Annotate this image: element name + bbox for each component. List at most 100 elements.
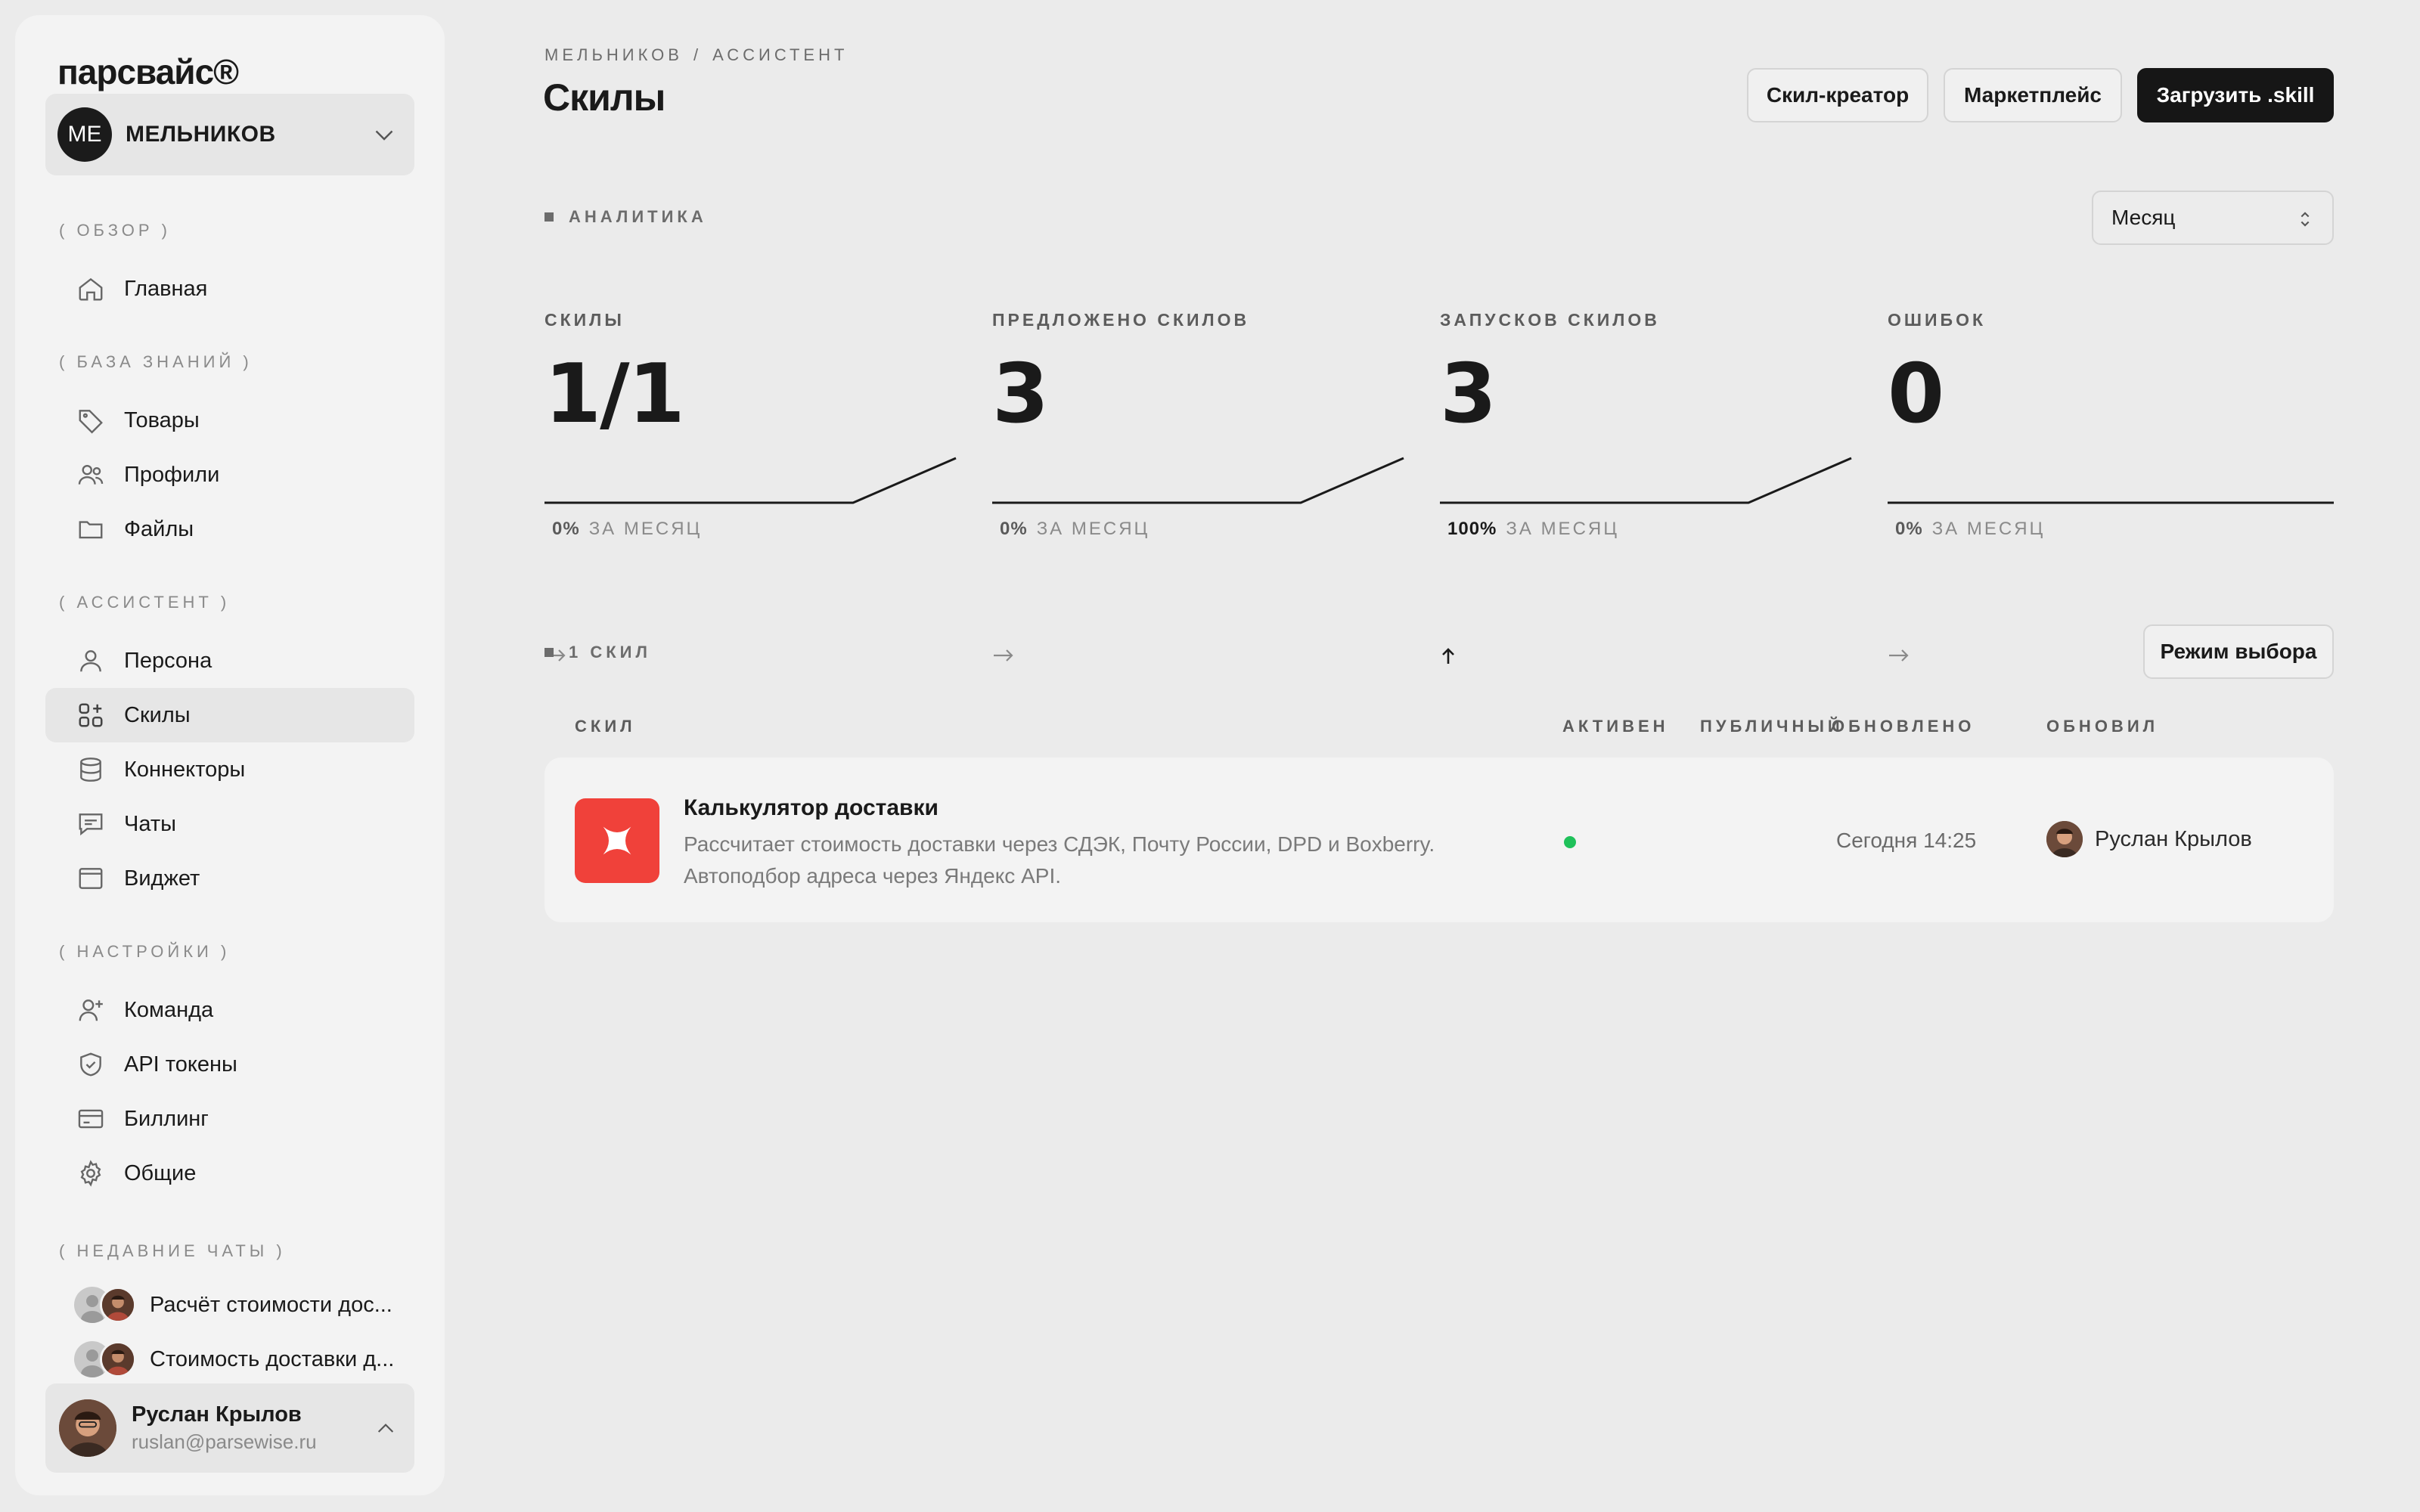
arrow-right-icon	[1889, 649, 1909, 662]
sidebar-item-profiles[interactable]: Профили	[45, 448, 414, 502]
stat-card-runs: ЗАПУСКОВ СКИЛОВ 3 100% ЗА МЕСЯЦ	[1440, 310, 1863, 664]
recent-chat-title: Стоимость доставки д...	[150, 1346, 395, 1371]
stat-change: 0%	[552, 519, 580, 539]
stat-footer: 0% ЗА МЕСЯЦ	[992, 519, 1150, 662]
org-switcher[interactable]: МЕ МЕЛЬНИКОВ	[45, 94, 414, 175]
upload-skill-button[interactable]: Загрузить .skill	[2137, 68, 2334, 122]
marketplace-button[interactable]: Маркетплейс	[1944, 68, 2122, 122]
sidebar-item-connectors[interactable]: Коннекторы	[45, 742, 414, 797]
sidebar-item-label: Виджет	[124, 866, 200, 891]
stat-value: 3	[1440, 347, 1497, 442]
period-select[interactable]: Месяц	[2092, 191, 2334, 245]
database-icon	[76, 754, 106, 785]
column-header-updated[interactable]: ОБНОВЛЕНО	[1832, 717, 1975, 736]
square-bullet-icon	[544, 212, 554, 222]
sidebar-item-label: Скилы	[124, 702, 191, 727]
avatar	[100, 1287, 136, 1323]
gear-icon	[76, 1158, 106, 1188]
breadcrumb: МЕЛЬНИКОВ / АССИСТЕНТ	[544, 45, 848, 65]
user-name: Руслан Крылов	[132, 1402, 302, 1427]
skills-count-label: 1 СКИЛ	[544, 643, 651, 662]
recent-chat-item[interactable]: Стоимость доставки д...	[45, 1332, 414, 1387]
skills-icon	[76, 700, 106, 730]
sidebar-item-general[interactable]: Общие	[45, 1146, 414, 1201]
stat-footer: 100% ЗА МЕСЯЦ	[1440, 519, 1619, 664]
column-header-public[interactable]: ПУБЛИЧНЫЙ	[1700, 717, 1844, 736]
sidebar-item-files[interactable]: Файлы	[45, 502, 414, 556]
page-title: Скилы	[543, 76, 666, 119]
stat-card-errors: ОШИБОК 0 0% ЗА МЕСЯЦ	[1888, 310, 2334, 662]
shield-icon	[76, 1049, 106, 1080]
stat-card-suggested: ПРЕДЛОЖЕНО СКИЛОВ 3 0% ЗА МЕСЯЦ	[992, 310, 1416, 662]
stat-sparkline	[1440, 457, 1852, 504]
sidebar-item-label: Персона	[124, 648, 213, 673]
sparkle-icon	[575, 798, 659, 883]
section-label-recent-chats: ( НЕДАВНИЕ ЧАТЫ )	[59, 1241, 286, 1260]
section-label-assistant: ( АССИСТЕНТ )	[59, 593, 231, 612]
chevron-up-down-icon	[2301, 212, 2310, 227]
skill-creator-button[interactable]: Скил-креатор	[1747, 68, 1928, 122]
stat-sparkline	[544, 457, 957, 504]
stat-change: 0%	[1000, 519, 1028, 539]
stat-period: ЗА МЕСЯЦ	[1036, 519, 1150, 539]
sidebar-item-label: Товары	[124, 407, 200, 432]
sidebar-item-label: Биллинг	[124, 1106, 209, 1131]
column-header-updated-by[interactable]: ОБНОВИЛ	[2046, 717, 2158, 736]
chat-icon	[76, 809, 106, 839]
recent-chat-item[interactable]: Расчёт стоимости дос...	[45, 1278, 414, 1332]
stat-sparkline	[992, 457, 1404, 504]
column-header-skill[interactable]: СКИЛ	[575, 717, 636, 736]
chat-avatars	[74, 1340, 139, 1379]
sidebar-item-home[interactable]: Главная	[45, 262, 414, 316]
selection-mode-button[interactable]: Режим выбора	[2143, 624, 2334, 679]
user-icon	[76, 646, 106, 676]
org-avatar: МЕ	[57, 107, 112, 162]
users-icon	[76, 460, 106, 490]
sidebar-item-chats[interactable]: Чаты	[45, 797, 414, 851]
sidebar: парсвайс® МЕ МЕЛЬНИКОВ ( ОБЗОР ) Главная…	[15, 15, 445, 1495]
period-select-value: Месяц	[2111, 206, 2176, 229]
stat-value: 0	[1888, 347, 1944, 442]
sidebar-item-label: Коннекторы	[124, 757, 246, 782]
table-row[interactable]: Калькулятор доставки Рассчитает стоимост…	[544, 758, 2334, 922]
stat-card-skills: СКИЛЫ 1/1 0% ЗА МЕСЯЦ	[544, 310, 968, 662]
sidebar-item-skills[interactable]: Скилы	[45, 688, 414, 742]
avatar	[2046, 821, 2083, 857]
sidebar-item-api-tokens[interactable]: API токены	[45, 1037, 414, 1092]
skill-name: Калькулятор доставки	[684, 795, 939, 820]
updated-by-name: Руслан Крылов	[2095, 826, 2252, 851]
avatar	[59, 1399, 116, 1457]
stat-title: ОШИБОК	[1888, 310, 1986, 330]
org-name: МЕЛЬНИКОВ	[126, 122, 276, 147]
breadcrumb-item[interactable]: АССИСТЕНТ	[712, 45, 848, 64]
updated-by: Руслан Крылов	[2046, 821, 2252, 857]
stat-title: СКИЛЫ	[544, 310, 625, 330]
active-status-dot[interactable]	[1564, 836, 1576, 848]
user-menu[interactable]: Руслан Крылов ruslan@parsewise.ru	[45, 1383, 414, 1473]
square-bullet-icon	[544, 648, 554, 657]
sidebar-item-widget[interactable]: Виджет	[45, 851, 414, 906]
stat-footer: 0% ЗА МЕСЯЦ	[1888, 519, 2046, 662]
stat-title: ПРЕДЛОЖЕНО СКИЛОВ	[992, 310, 1250, 330]
brand-logo[interactable]: парсвайс®	[57, 51, 239, 92]
sidebar-item-team[interactable]: Команда	[45, 983, 414, 1037]
sidebar-item-products[interactable]: Товары	[45, 393, 414, 448]
stat-change: 100%	[1447, 519, 1497, 539]
breadcrumb-item[interactable]: МЕЛЬНИКОВ	[544, 45, 683, 64]
stat-period: ЗА МЕСЯЦ	[1506, 519, 1619, 539]
column-header-active[interactable]: АКТИВЕН	[1562, 717, 1669, 736]
sidebar-item-label: Чаты	[124, 811, 176, 836]
sidebar-item-label: Главная	[124, 276, 208, 301]
tag-icon	[76, 405, 106, 435]
stat-period: ЗА МЕСЯЦ	[1931, 519, 2046, 539]
sidebar-item-label: Команда	[124, 997, 214, 1022]
section-label-settings: ( НАСТРОЙКИ )	[59, 942, 231, 961]
home-icon	[76, 274, 106, 304]
stat-title: ЗАПУСКОВ СКИЛОВ	[1440, 310, 1660, 330]
sidebar-item-billing[interactable]: Биллинг	[45, 1092, 414, 1146]
stat-value: 1/1	[544, 347, 685, 442]
chevron-down-icon	[375, 130, 393, 141]
sidebar-item-persona[interactable]: Персона	[45, 634, 414, 688]
analytics-section-label: АНАЛИТИКА	[544, 207, 707, 227]
chat-avatars	[74, 1285, 139, 1325]
